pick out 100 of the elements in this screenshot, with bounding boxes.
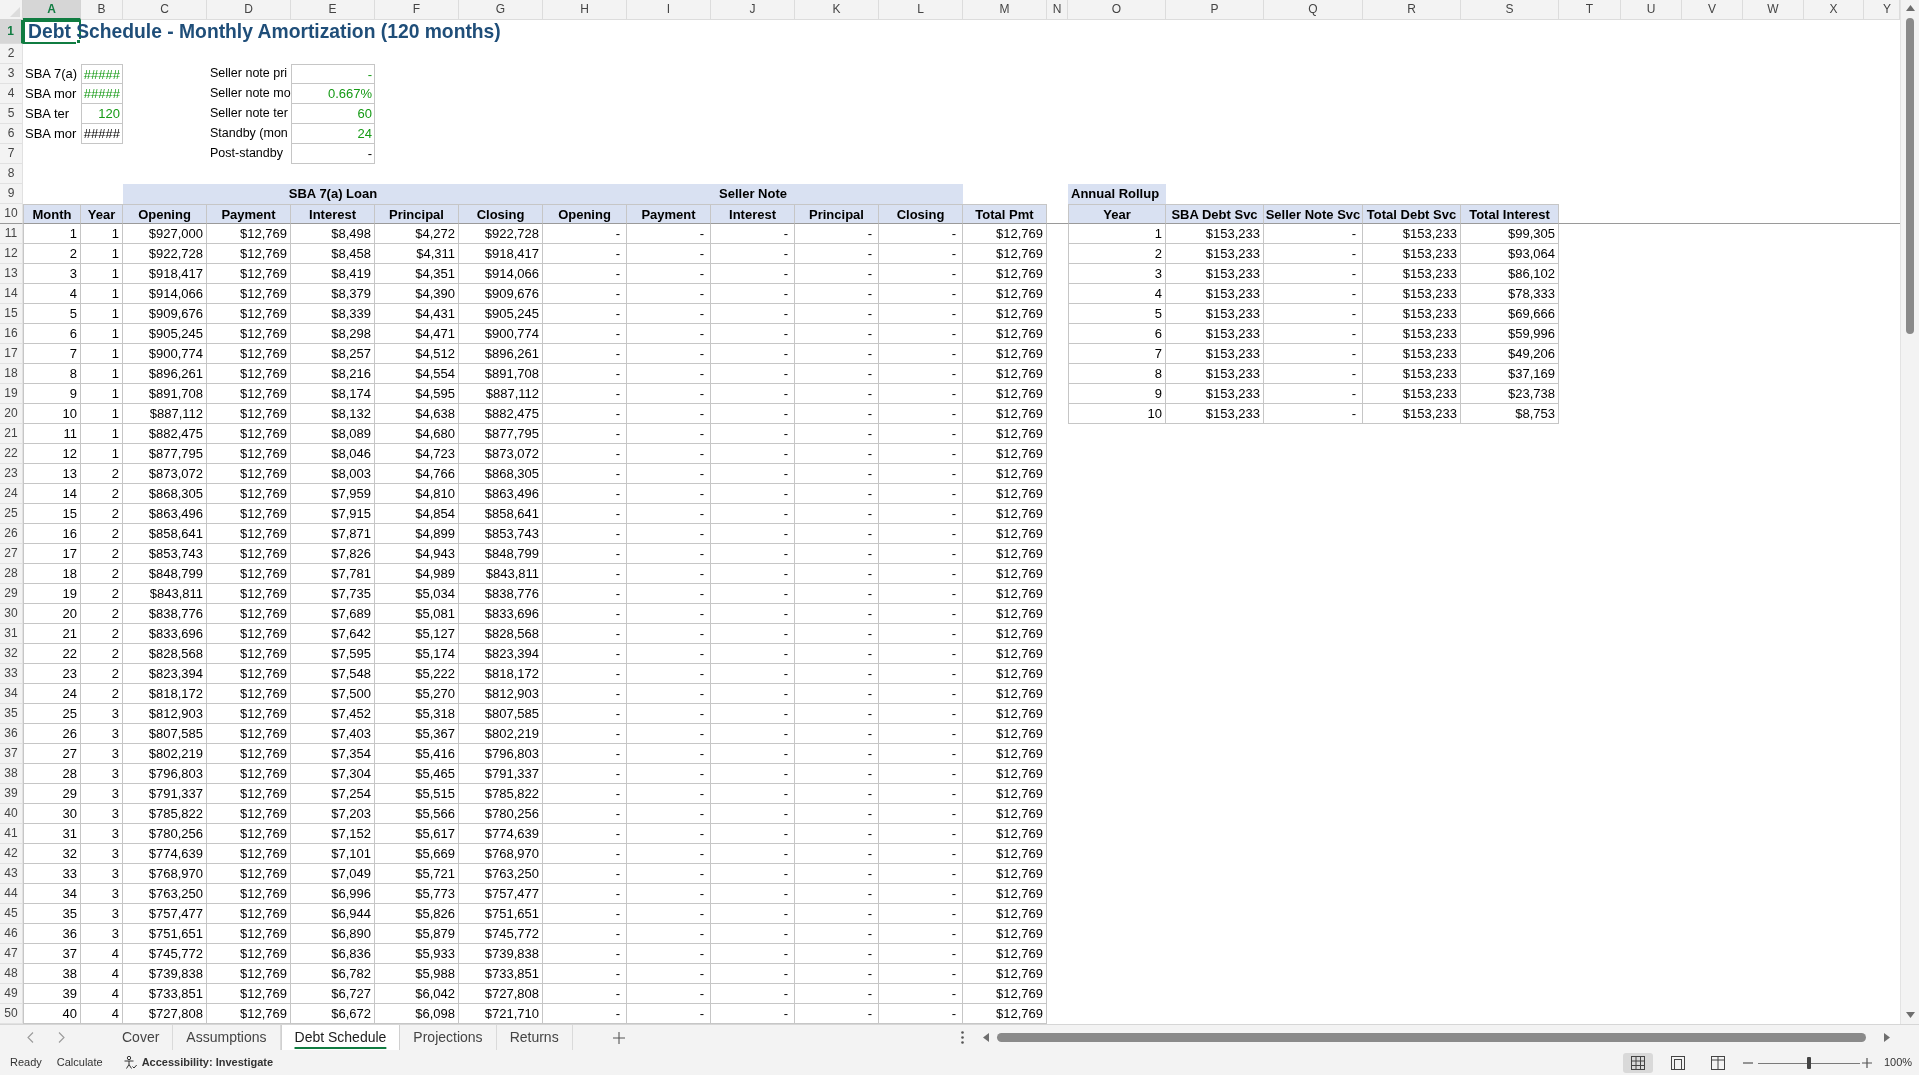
- column-header[interactable]: A: [23, 0, 81, 20]
- row-header[interactable]: 14: [0, 284, 23, 304]
- row-header[interactable]: 7: [0, 144, 23, 164]
- row-header[interactable]: 11: [0, 224, 23, 244]
- scrollbar-thumb[interactable]: [997, 1033, 1866, 1042]
- scrollbar-thumb[interactable]: [1906, 18, 1914, 334]
- column-header[interactable]: I: [627, 0, 711, 20]
- column-header[interactable]: B: [81, 0, 123, 20]
- table-cell: -: [795, 284, 879, 304]
- row-header[interactable]: 26: [0, 524, 23, 544]
- scroll-up-arrow-icon[interactable]: [1905, 5, 1915, 11]
- column-heading: Year: [1068, 204, 1166, 224]
- row-header[interactable]: 33: [0, 664, 23, 684]
- slider-thumb[interactable]: [1807, 1056, 1811, 1069]
- accessibility-button[interactable]: Accessibility: Investigate: [123, 1054, 274, 1071]
- column-header[interactable]: J: [711, 0, 795, 20]
- column-header[interactable]: N: [1047, 0, 1068, 20]
- column-header[interactable]: E: [291, 0, 375, 20]
- column-header[interactable]: S: [1461, 0, 1559, 20]
- row-header[interactable]: 13: [0, 264, 23, 284]
- column-header[interactable]: H: [543, 0, 627, 20]
- table-cell: 1: [81, 404, 123, 424]
- row-header[interactable]: 37: [0, 744, 23, 764]
- plus-icon[interactable]: [1862, 1057, 1872, 1068]
- input-label: Post-standby: [209, 145, 284, 162]
- row-header[interactable]: 41: [0, 824, 23, 844]
- row-header[interactable]: 8: [0, 164, 23, 184]
- row-header[interactable]: 50: [0, 1004, 23, 1024]
- row-header[interactable]: 43: [0, 864, 23, 884]
- table-cell: 8: [1068, 364, 1166, 384]
- column-header[interactable]: Q: [1264, 0, 1363, 20]
- row-header[interactable]: 24: [0, 484, 23, 504]
- row-header[interactable]: 4: [0, 84, 23, 104]
- column-header[interactable]: R: [1363, 0, 1461, 20]
- column-header[interactable]: L: [879, 0, 963, 20]
- column-header[interactable]: W: [1743, 0, 1804, 20]
- column-header[interactable]: V: [1682, 0, 1743, 20]
- row-header[interactable]: 10: [0, 204, 23, 224]
- zoom-level[interactable]: 100%: [1884, 1054, 1913, 1071]
- zoom-slider[interactable]: [1758, 1056, 1860, 1069]
- row-header[interactable]: 35: [0, 704, 23, 724]
- row-header[interactable]: 5: [0, 104, 23, 124]
- column-header[interactable]: K: [795, 0, 879, 20]
- column-header[interactable]: U: [1621, 0, 1682, 20]
- row-header[interactable]: 23: [0, 464, 23, 484]
- row-header[interactable]: 25: [0, 504, 23, 524]
- column-header[interactable]: Y: [1864, 0, 1900, 20]
- row-header[interactable]: 49: [0, 984, 23, 1004]
- row-header[interactable]: 36: [0, 724, 23, 744]
- column-header[interactable]: M: [963, 0, 1047, 20]
- row-header[interactable]: 42: [0, 844, 23, 864]
- plus-icon[interactable]: [612, 1031, 625, 1044]
- row-header[interactable]: 12: [0, 244, 23, 264]
- column-header[interactable]: O: [1068, 0, 1166, 20]
- table-cell: 4: [23, 284, 81, 304]
- row-header[interactable]: 44: [0, 884, 23, 904]
- row-header[interactable]: 34: [0, 684, 23, 704]
- row-header[interactable]: 20: [0, 404, 23, 424]
- row-header[interactable]: 21: [0, 424, 23, 444]
- row-header[interactable]: 22: [0, 444, 23, 464]
- column-header[interactable]: T: [1559, 0, 1621, 20]
- column-header[interactable]: F: [375, 0, 459, 20]
- row-header[interactable]: 2: [0, 44, 23, 64]
- column-header[interactable]: C: [123, 0, 207, 20]
- row-header[interactable]: 1: [0, 20, 23, 44]
- row-header[interactable]: 18: [0, 364, 23, 384]
- row-header[interactable]: 9: [0, 184, 23, 204]
- calculate-button[interactable]: Calculate: [56, 1054, 103, 1071]
- table-cell: $5,879: [375, 924, 459, 944]
- row-header[interactable]: 31: [0, 624, 23, 644]
- row-header[interactable]: 29: [0, 584, 23, 604]
- table-cell: $922,728: [459, 224, 543, 244]
- row-header[interactable]: 32: [0, 644, 23, 664]
- scroll-right-arrow-icon[interactable]: [1884, 1033, 1890, 1042]
- row-header[interactable]: 45: [0, 904, 23, 924]
- row-header[interactable]: 38: [0, 764, 23, 784]
- column-header[interactable]: D: [207, 0, 291, 20]
- row-header[interactable]: 47: [0, 944, 23, 964]
- row-header[interactable]: 39: [0, 784, 23, 804]
- more-options-icon[interactable]: [961, 1031, 964, 1044]
- row-header[interactable]: 30: [0, 604, 23, 624]
- sheet-tab[interactable]: Debt Schedule: [280, 1025, 401, 1050]
- input-label: Seller note pri: [209, 65, 289, 82]
- row-header[interactable]: 27: [0, 544, 23, 564]
- normal-view-button[interactable]: [1623, 1052, 1653, 1073]
- column-header[interactable]: G: [459, 0, 543, 20]
- scroll-down-arrow-icon[interactable]: [1905, 1012, 1915, 1018]
- row-header[interactable]: 19: [0, 384, 23, 404]
- row-header[interactable]: 46: [0, 924, 23, 944]
- row-header[interactable]: 40: [0, 804, 23, 824]
- row-header[interactable]: 28: [0, 564, 23, 584]
- row-header[interactable]: 3: [0, 64, 23, 84]
- row-header[interactable]: 17: [0, 344, 23, 364]
- column-header[interactable]: X: [1804, 0, 1864, 20]
- row-header[interactable]: 15: [0, 304, 23, 324]
- row-header[interactable]: 16: [0, 324, 23, 344]
- row-header[interactable]: 48: [0, 964, 23, 984]
- row-header[interactable]: 6: [0, 124, 23, 144]
- scroll-left-arrow-icon[interactable]: [983, 1033, 989, 1042]
- column-header[interactable]: P: [1166, 0, 1264, 20]
